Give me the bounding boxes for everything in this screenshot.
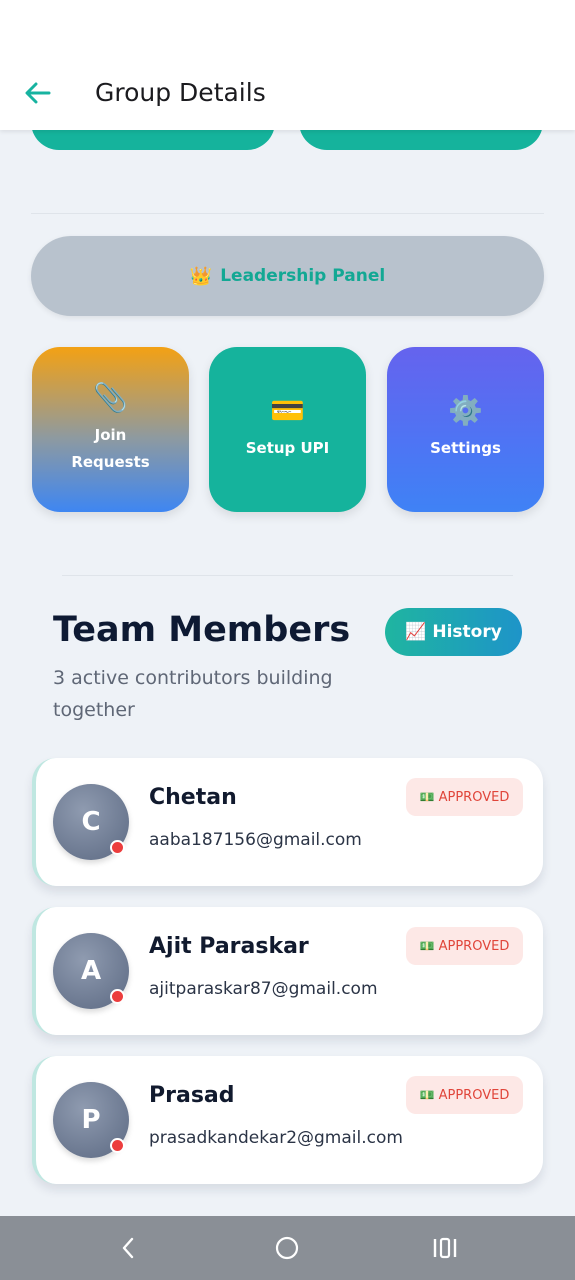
status-dot <box>110 989 125 1004</box>
member-card[interactable]: C Chetan aaba187156@gmail.com 💵 APPROVED <box>32 758 543 886</box>
status-dot <box>110 1138 125 1153</box>
paperclip-icon: 📎 <box>93 380 128 414</box>
divider <box>62 575 513 576</box>
credit-card-icon: 💳 <box>270 394 305 427</box>
settings-label: Settings <box>430 439 501 457</box>
status-badge-label: APPROVED <box>438 938 510 954</box>
setup-upi-tile[interactable]: 💳 Setup UPI <box>209 347 366 512</box>
nav-recents-icon <box>433 1237 457 1259</box>
join-requests-tile[interactable]: 📎 Join Requests <box>32 347 189 512</box>
status-badge-label: APPROVED <box>438 789 510 805</box>
member-card[interactable]: P Prasad prasadkandekar2@gmail.com 💵 APP… <box>32 1056 543 1184</box>
status-badge: 💵 APPROVED <box>406 778 523 816</box>
arrow-left-icon <box>25 82 51 104</box>
leadership-panel-label: Leadership Panel <box>220 266 386 286</box>
system-nav-bar <box>0 1216 575 1280</box>
history-label: History <box>432 622 502 642</box>
join-requests-label-line1: Join <box>94 425 127 444</box>
chart-increasing-icon: 📈 <box>405 622 427 642</box>
nav-back-icon <box>122 1237 134 1259</box>
nav-recents-button[interactable] <box>425 1232 465 1264</box>
status-badge-label: APPROVED <box>438 1087 510 1103</box>
crown-icon: 👑 <box>189 265 213 287</box>
member-card[interactable]: A Ajit Paraskar ajitparaskar87@gmail.com… <box>32 907 543 1035</box>
join-requests-label-line2: Requests <box>71 452 150 471</box>
member-name: Chetan <box>149 785 237 810</box>
money-icon: 💵 <box>419 790 435 804</box>
member-name: Prasad <box>149 1083 235 1108</box>
nav-back-button[interactable] <box>108 1232 148 1264</box>
setup-upi-label: Setup UPI <box>245 439 330 457</box>
member-name: Ajit Paraskar <box>149 934 309 959</box>
status-badge: 💵 APPROVED <box>406 1076 523 1114</box>
team-subtitle: 3 active contributors building together <box>53 667 333 721</box>
join-requests-label: Join Requests <box>71 422 149 476</box>
team-members-title: Team Members <box>53 610 351 650</box>
settings-tile[interactable]: ⚙️ Settings <box>387 347 544 512</box>
status-dot <box>110 840 125 855</box>
money-icon: 💵 <box>419 1088 435 1102</box>
gear-icon: ⚙️ <box>448 394 483 427</box>
member-email: ajitparaskar87@gmail.com <box>149 979 378 999</box>
back-button[interactable] <box>22 76 54 110</box>
status-badge: 💵 APPROVED <box>406 927 523 965</box>
app-bar: Group Details <box>0 0 575 130</box>
history-button[interactable]: 📈 History <box>385 608 522 656</box>
page-title: Group Details <box>95 78 266 107</box>
leadership-panel-button[interactable]: 👑 Leadership Panel <box>31 236 544 316</box>
nav-home-button[interactable] <box>267 1232 307 1264</box>
money-icon: 💵 <box>419 939 435 953</box>
nav-home-icon <box>275 1236 299 1260</box>
divider <box>31 213 544 214</box>
member-email: aaba187156@gmail.com <box>149 830 362 850</box>
member-email: prasadkandekar2@gmail.com <box>149 1128 403 1148</box>
